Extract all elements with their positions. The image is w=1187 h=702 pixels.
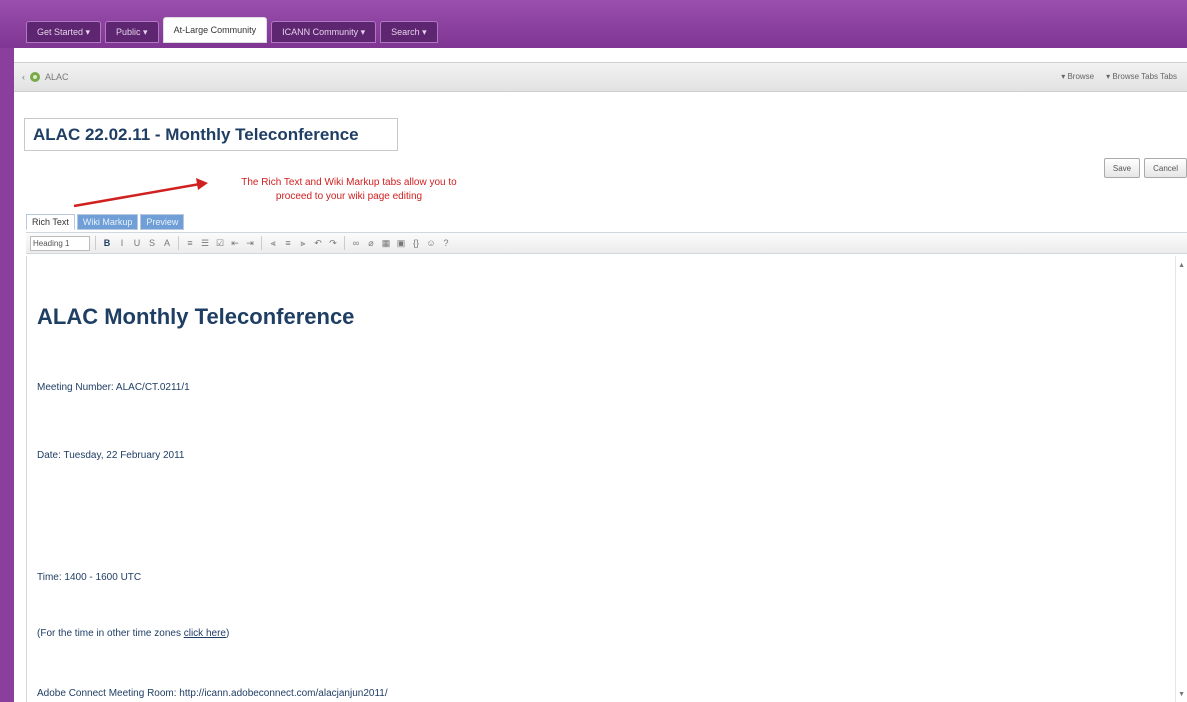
align-center-icon[interactable]: ≡	[282, 237, 294, 249]
redo-icon[interactable]: ↷	[327, 237, 339, 249]
numbered-list-icon[interactable]: ☰	[199, 237, 211, 249]
unlink-icon[interactable]: ⌀	[365, 237, 377, 249]
toolbar-separator	[178, 236, 179, 250]
top-navigation: Get Started ▾ Public ▾ At-Large Communit…	[0, 0, 1187, 48]
bold-icon[interactable]: B	[101, 237, 113, 249]
indent-icon[interactable]: ⇥	[244, 237, 256, 249]
timezone-suffix: )	[225, 628, 230, 639]
tab-public[interactable]: Public ▾	[105, 21, 159, 43]
italic-icon[interactable]: I	[116, 237, 128, 249]
tab-icann-community[interactable]: ICANN Community ▾	[271, 21, 377, 43]
adobe-connect-line: Adobe Connect Meeting Room: http://icann…	[37, 688, 388, 699]
editor-scrollbar[interactable]: ▲ ▼	[1175, 256, 1187, 702]
tab-at-large-community[interactable]: At-Large Community	[162, 17, 268, 43]
save-button[interactable]: Save	[1103, 158, 1141, 178]
timezone-line: (For the time in other time zones click …	[37, 628, 229, 639]
browse-tabs-link[interactable]: ▾ Browse Tabs Tabs	[1106, 72, 1177, 81]
rich-text-editor[interactable]: ALAC Monthly Teleconference Meeting Numb…	[26, 256, 1187, 702]
help-icon[interactable]: ?	[440, 237, 452, 249]
tab-wiki-markup[interactable]: Wiki Markup	[76, 214, 139, 230]
editor-toolbar: Heading 1 B I U S A ≡ ☰ ☑ ⇤ ⇥ ⫷ ≡ ⫸ ↶ ↷ …	[26, 232, 1187, 254]
editor-mode-tabs: Rich Text Wiki Markup Preview	[26, 214, 185, 230]
top-tabs: Get Started ▾ Public ▾ At-Large Communit…	[26, 17, 438, 45]
scroll-up-icon[interactable]: ▲	[1178, 262, 1185, 269]
timezone-link[interactable]: click here	[184, 628, 226, 639]
emoticon-icon[interactable]: ☺	[425, 237, 437, 249]
task-list-icon[interactable]: ☑	[214, 237, 226, 249]
action-buttons: Save Cancel	[1103, 158, 1187, 178]
toolbar-separator	[95, 236, 96, 250]
tab-preview[interactable]: Preview	[140, 214, 185, 230]
cancel-button[interactable]: Cancel	[1144, 158, 1187, 178]
annotation-line-1: The Rich Text and Wiki Markup tabs allow…	[241, 177, 457, 188]
table-icon[interactable]: ▦	[380, 237, 392, 249]
date-line: Date: Tuesday, 22 February 2011	[37, 450, 185, 461]
align-left-icon[interactable]: ⫷	[267, 237, 279, 249]
bullet-list-icon[interactable]: ≡	[184, 237, 196, 249]
underline-icon[interactable]: U	[131, 237, 143, 249]
undo-icon[interactable]: ↶	[312, 237, 324, 249]
tab-get-started[interactable]: Get Started ▾	[26, 21, 102, 43]
meeting-number-line: Meeting Number: ALAC/CT.0211/1	[37, 382, 190, 393]
toolbar-separator	[344, 236, 345, 250]
time-line: Time: 1400 - 1600 UTC	[37, 572, 142, 583]
toolbar-separator	[261, 236, 262, 250]
scroll-down-icon[interactable]: ▼	[1178, 691, 1185, 698]
document-heading: ALAC Monthly Teleconference	[37, 304, 355, 329]
strikethrough-icon[interactable]: S	[146, 237, 158, 249]
tab-search[interactable]: Search ▾	[380, 21, 438, 43]
link-icon[interactable]: ∞	[350, 237, 362, 249]
annotation-line-2: proceed to your wiki page editing	[275, 191, 423, 202]
header-links: ▾ Browse ▾ Browse Tabs Tabs	[1061, 72, 1177, 81]
main-content: ‹ ALAC ▾ Browse ▾ Browse Tabs Tabs Save …	[14, 48, 1187, 702]
text-color-icon[interactable]: A	[161, 237, 173, 249]
align-right-icon[interactable]: ⫸	[297, 237, 309, 249]
macro-icon[interactable]: {}	[410, 237, 422, 249]
outdent-icon[interactable]: ⇤	[229, 237, 241, 249]
annotation-text: The Rich Text and Wiki Markup tabs allow…	[204, 176, 494, 204]
tab-rich-text[interactable]: Rich Text	[26, 214, 75, 230]
image-icon[interactable]: ▣	[395, 237, 407, 249]
timezone-prefix: (For the time in other time zones	[37, 628, 184, 639]
browse-link[interactable]: ▾ Browse	[1061, 72, 1094, 81]
format-select[interactable]: Heading 1	[30, 235, 90, 251]
